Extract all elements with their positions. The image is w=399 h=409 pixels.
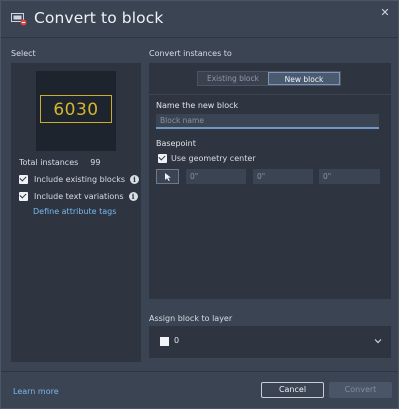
block-name-input[interactable] (156, 114, 379, 127)
use-geometry-center-label: Use geometry center (171, 153, 256, 163)
convert-mode-toggle: Existing block New block (197, 71, 341, 86)
convert-block-icon (11, 12, 27, 26)
close-icon[interactable]: ✕ (378, 6, 392, 20)
title-divider (1, 37, 398, 38)
basepoint-y-field[interactable]: 0" (253, 169, 313, 184)
info-icon[interactable]: i (130, 174, 140, 184)
learn-more-link[interactable]: Learn more (13, 387, 59, 396)
convert-panel: Existing block New block Name the new bl… (149, 63, 391, 299)
include-existing-blocks-row[interactable]: Include existing blocks i (19, 173, 140, 185)
assign-layer-label: Assign block to layer (149, 314, 233, 323)
info-icon[interactable]: i (128, 191, 138, 201)
total-instances-count: 99 (90, 158, 101, 167)
block-preview: 6030 (36, 71, 116, 151)
select-section-label: Select (11, 49, 36, 58)
convert-to-block-dialog: Convert to block ✕ Select 6030 Total ins… (0, 0, 399, 409)
use-geometry-center-row[interactable]: Use geometry center (158, 152, 256, 164)
include-text-variations-row[interactable]: Include text variations i (19, 190, 138, 202)
cursor-icon (165, 173, 171, 181)
panel-divider (149, 94, 391, 95)
select-panel: 6030 Total instances 99 Include existing … (11, 63, 141, 362)
include-existing-blocks-checkbox[interactable] (19, 174, 28, 184)
preview-text-frame: 6030 (40, 95, 112, 123)
convert-button[interactable]: Convert (329, 382, 392, 398)
basepoint-z-field[interactable]: 0" (319, 169, 380, 184)
tab-new-block[interactable]: New block (268, 72, 340, 85)
layer-dropdown[interactable]: 0 (149, 326, 391, 358)
basepoint-label: Basepoint (156, 139, 196, 148)
include-text-variations-checkbox[interactable] (19, 191, 28, 201)
include-existing-blocks-label: Include existing blocks (34, 174, 126, 184)
layer-color-swatch (160, 337, 169, 346)
chevron-down-icon (374, 337, 382, 347)
name-new-block-label: Name the new block (156, 101, 239, 110)
total-instances-row: Total instances 99 (19, 158, 100, 167)
tab-existing-block[interactable]: Existing block (198, 72, 268, 85)
convert-instances-label: Convert instances to (149, 49, 232, 58)
dialog-title: Convert to block (34, 9, 164, 27)
include-text-variations-label: Include text variations (34, 191, 124, 201)
block-name-field[interactable] (156, 114, 379, 129)
title-bar: Convert to block ✕ (1, 1, 398, 37)
footer-divider (1, 371, 398, 372)
define-attribute-tags-link[interactable]: Define attribute tags (33, 207, 116, 216)
total-instances-label: Total instances (19, 158, 79, 167)
preview-text: 6030 (53, 100, 99, 120)
basepoint-x-field[interactable]: 0" (186, 169, 246, 184)
selected-layer-name: 0 (174, 336, 180, 345)
use-geometry-center-checkbox[interactable] (158, 153, 167, 163)
pick-point-button[interactable] (156, 169, 179, 184)
cancel-button[interactable]: Cancel (261, 382, 324, 398)
